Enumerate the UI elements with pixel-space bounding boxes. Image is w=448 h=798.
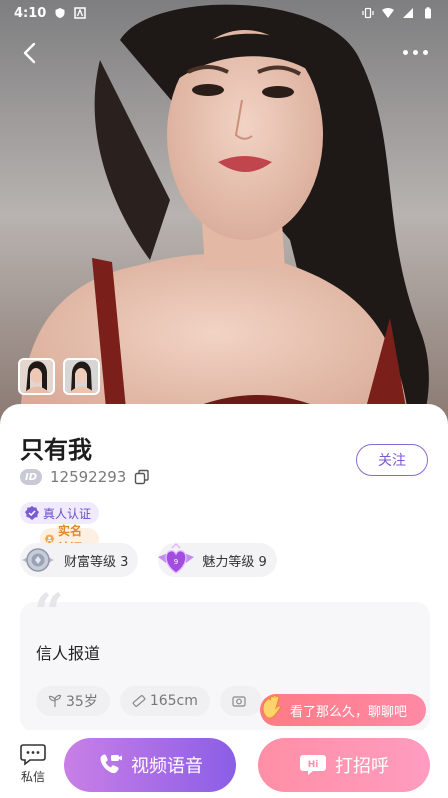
more-button[interactable] [398, 40, 432, 64]
video-voice-call-button[interactable]: 视频语音 [64, 738, 236, 792]
bio-text: 信人报道 [36, 644, 101, 663]
font-a-icon [74, 7, 87, 19]
level-row: 财富等级 3 9 魅力等级 9 [20, 543, 277, 577]
svg-text:9: 9 [174, 558, 178, 566]
info-chips: 35岁 165cm [36, 686, 262, 716]
say-hi-button[interactable]: Hi 打招呼 [258, 738, 430, 792]
follow-button[interactable]: 关注 [356, 444, 428, 476]
private-message-label: 私信 [20, 770, 45, 784]
real-person-verified-icon [25, 506, 39, 520]
bottom-action-bar: 私信 视频语音 Hi 打招呼 [0, 730, 448, 798]
real-person-tag: 真人认证 [20, 502, 100, 524]
wealth-level-label: 财富等级 3 [64, 554, 129, 570]
private-message-button[interactable]: 私信 [14, 742, 52, 785]
wealth-level-icon [22, 548, 54, 572]
more-dots-icon [412, 49, 418, 55]
height-chip: 165cm [119, 686, 210, 716]
id-badge: ID [20, 469, 42, 485]
back-button[interactable] [14, 38, 44, 68]
profile-name: 只有我 [20, 436, 92, 464]
svg-text:Hi: Hi [308, 760, 319, 770]
video-voice-label: 视频语音 [131, 756, 203, 777]
say-hi-label: 打招呼 [335, 756, 389, 777]
chat-prompt-toast[interactable]: 看了那么久，聊聊吧 [260, 694, 426, 726]
more-dots-icon [402, 49, 408, 55]
chat-bubble-icon [20, 744, 46, 766]
wifi-icon [382, 8, 394, 18]
real-person-label: 真人认证 [43, 506, 92, 521]
battery-icon [425, 7, 431, 19]
hi-bubble-icon: Hi [300, 755, 326, 775]
photo-thumbnail[interactable] [18, 358, 55, 395]
quote-mark-icon: “ [34, 583, 64, 644]
status-time: 4:10 [14, 5, 47, 21]
video-call-icon [100, 754, 122, 774]
height-label: 165cm [149, 693, 198, 709]
chat-prompt-text: 看了那么久，聊聊吧 [290, 704, 408, 720]
chevron-left-icon [23, 42, 36, 64]
more-dots-icon [422, 49, 428, 55]
wave-hand-icon [262, 694, 282, 719]
charm-level-icon: 9 [158, 543, 195, 574]
sprout-icon [48, 694, 62, 707]
photo-thumbnail[interactable] [63, 358, 100, 395]
signal-icon [403, 8, 413, 18]
user-id: 12592293 [50, 468, 127, 486]
age-label: 35岁 [66, 694, 98, 710]
copy-icon[interactable] [134, 469, 150, 485]
ruler-icon [132, 695, 146, 707]
age-chip: 35岁 [36, 686, 110, 716]
vibrate-icon [362, 7, 374, 19]
charm-level[interactable]: 9 魅力等级 9 [158, 543, 277, 577]
status-bar: 4:10 [0, 0, 448, 26]
wealth-level[interactable]: 财富等级 3 [20, 543, 139, 577]
id-row: ID 12592293 [20, 468, 150, 486]
camera-icon [232, 696, 246, 707]
photo-thumbnails [18, 358, 100, 395]
charm-level-label: 魅力等级 9 [202, 554, 267, 570]
verification-tags: 真人认证 实名认证 [20, 502, 100, 555]
shield-icon [55, 8, 65, 18]
